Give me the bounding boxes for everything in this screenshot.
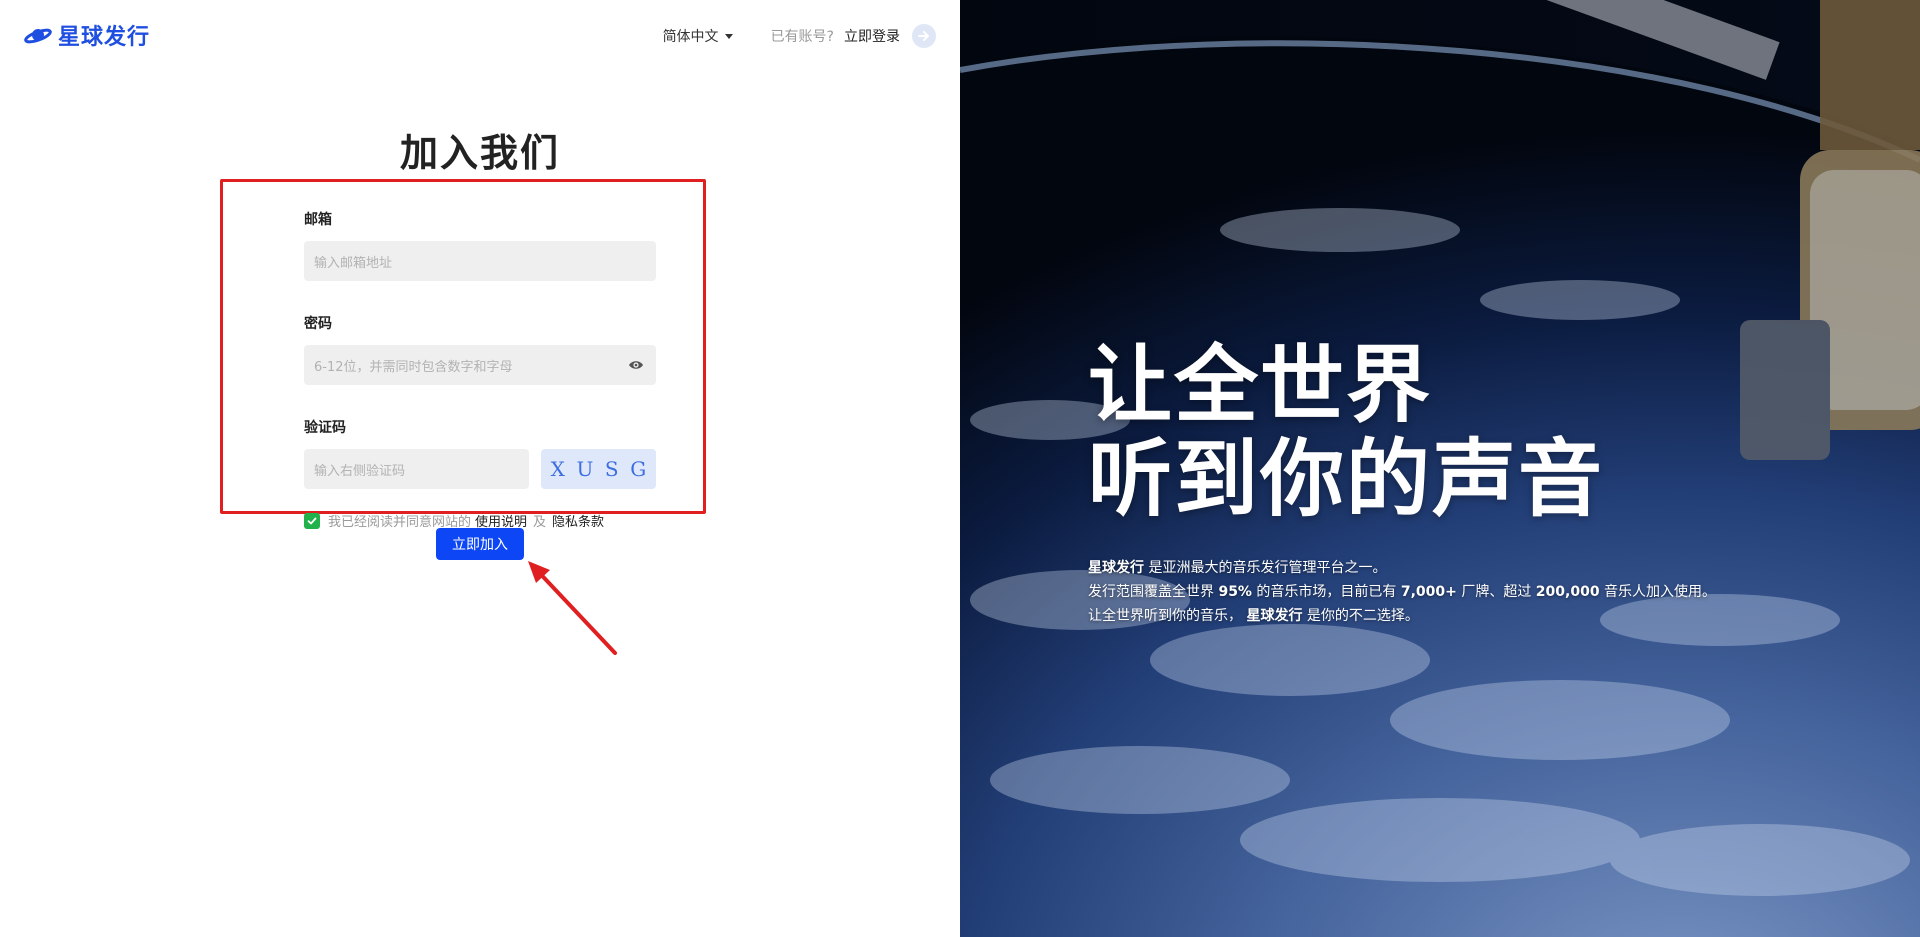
hero-desc-text: 音乐人加入使用。 — [1604, 584, 1717, 600]
page-title: 加入我们 — [399, 131, 560, 175]
language-selector[interactable]: 简体中文 — [663, 26, 733, 46]
hero-desc-line-1: 星球发行 是亚洲最大的音乐发行管理平台之一。 — [1088, 556, 1716, 580]
hero-desc-text: 让全世界听到你的音乐， — [1088, 608, 1242, 624]
market-coverage-stat: 95% — [1218, 584, 1252, 600]
signup-form: 邮箱 输入邮箱地址 密码 6-12位，并需同时包含数字和字母 验证码 输入右侧验… — [304, 209, 656, 530]
password-field[interactable]: 6-12位，并需同时包含数字和字母 — [304, 345, 656, 385]
email-field[interactable]: 输入邮箱地址 — [304, 241, 656, 281]
brands-stat: 7,000+ — [1400, 584, 1457, 600]
email-placeholder: 输入邮箱地址 — [314, 255, 393, 271]
captcha-char: U — [576, 457, 594, 481]
password-label: 密码 — [304, 316, 332, 332]
and-text: 及 — [533, 515, 547, 530]
join-now-button[interactable]: 立即加入 — [436, 528, 524, 560]
captcha-image[interactable]: X U S G — [540, 449, 656, 489]
hero-desc-text: 的音乐市场，目前已有 — [1256, 584, 1397, 600]
hero-desc-text: 是亚洲最大的音乐发行管理平台之一。 — [1148, 560, 1387, 576]
captcha-label: 验证码 — [304, 420, 346, 436]
brand-logo[interactable]: 星球发行 — [24, 20, 150, 50]
hero-desc-text: 是你的不二选择。 — [1306, 608, 1419, 624]
musicians-stat: 200,000 — [1535, 584, 1600, 600]
agree-checkbox[interactable] — [304, 512, 320, 529]
language-label: 简体中文 — [662, 29, 719, 45]
captcha-char: G — [630, 457, 647, 481]
hero-desc-text: 厂牌、超过 — [1461, 584, 1532, 600]
hero-desc-line-3: 让全世界听到你的音乐， 星球发行 是你的不二选择。 — [1088, 604, 1716, 628]
planet-logo-icon — [24, 28, 52, 44]
hero-title: 让全世界 听到你的声音 — [1088, 338, 1716, 526]
has-account-text: 已有账号? — [770, 29, 834, 45]
captcha-field[interactable]: 输入右侧验证码 — [304, 449, 529, 489]
captcha-char: X — [550, 457, 565, 481]
signup-panel: 星球发行 简体中文 已有账号? 立即登录 加入我们 邮箱 输入邮箱地址 密码 6… — [0, 0, 960, 937]
login-link[interactable]: 立即登录 — [844, 26, 900, 46]
hero-desc-line-2: 发行范围覆盖全世界 95% 的音乐市场，目前已有 7,000+ 厂牌、超过 20… — [1088, 580, 1716, 604]
captcha-placeholder: 输入右侧验证码 — [314, 463, 406, 479]
hero-copy: 让全世界 听到你的声音 星球发行 是亚洲最大的音乐发行管理平台之一。 发行范围覆… — [1088, 338, 1716, 628]
privacy-link[interactable]: 隐私条款 — [552, 511, 604, 530]
email-label: 邮箱 — [304, 212, 332, 228]
top-nav: 简体中文 已有账号? 立即登录 — [663, 24, 936, 48]
captcha-row: 输入右侧验证码 X U S G — [304, 449, 656, 489]
captcha-char: S — [604, 457, 619, 481]
hero-title-line-1: 让全世界 — [1088, 336, 1433, 434]
caret-down-icon — [724, 33, 733, 39]
arrow-right-icon[interactable] — [912, 24, 936, 48]
brand-name: 星球发行 — [58, 25, 151, 50]
brand-inline: 星球发行 — [1088, 560, 1144, 576]
hero-title-line-2: 听到你的声音 — [1088, 430, 1605, 528]
hero-desc-text: 发行范围覆盖全世界 — [1088, 584, 1214, 600]
password-placeholder: 6-12位，并需同时包含数字和字母 — [314, 359, 513, 375]
brand-inline: 星球发行 — [1246, 608, 1303, 624]
annotation-arrow-icon — [528, 561, 617, 655]
hero-panel: 让全世界 听到你的声音 星球发行 是亚洲最大的音乐发行管理平台之一。 发行范围覆… — [960, 0, 1920, 937]
hero-description: 星球发行 是亚洲最大的音乐发行管理平台之一。 发行范围覆盖全世界 95% 的音乐… — [1088, 556, 1716, 628]
check-icon — [307, 517, 317, 524]
eye-icon[interactable] — [628, 358, 644, 372]
